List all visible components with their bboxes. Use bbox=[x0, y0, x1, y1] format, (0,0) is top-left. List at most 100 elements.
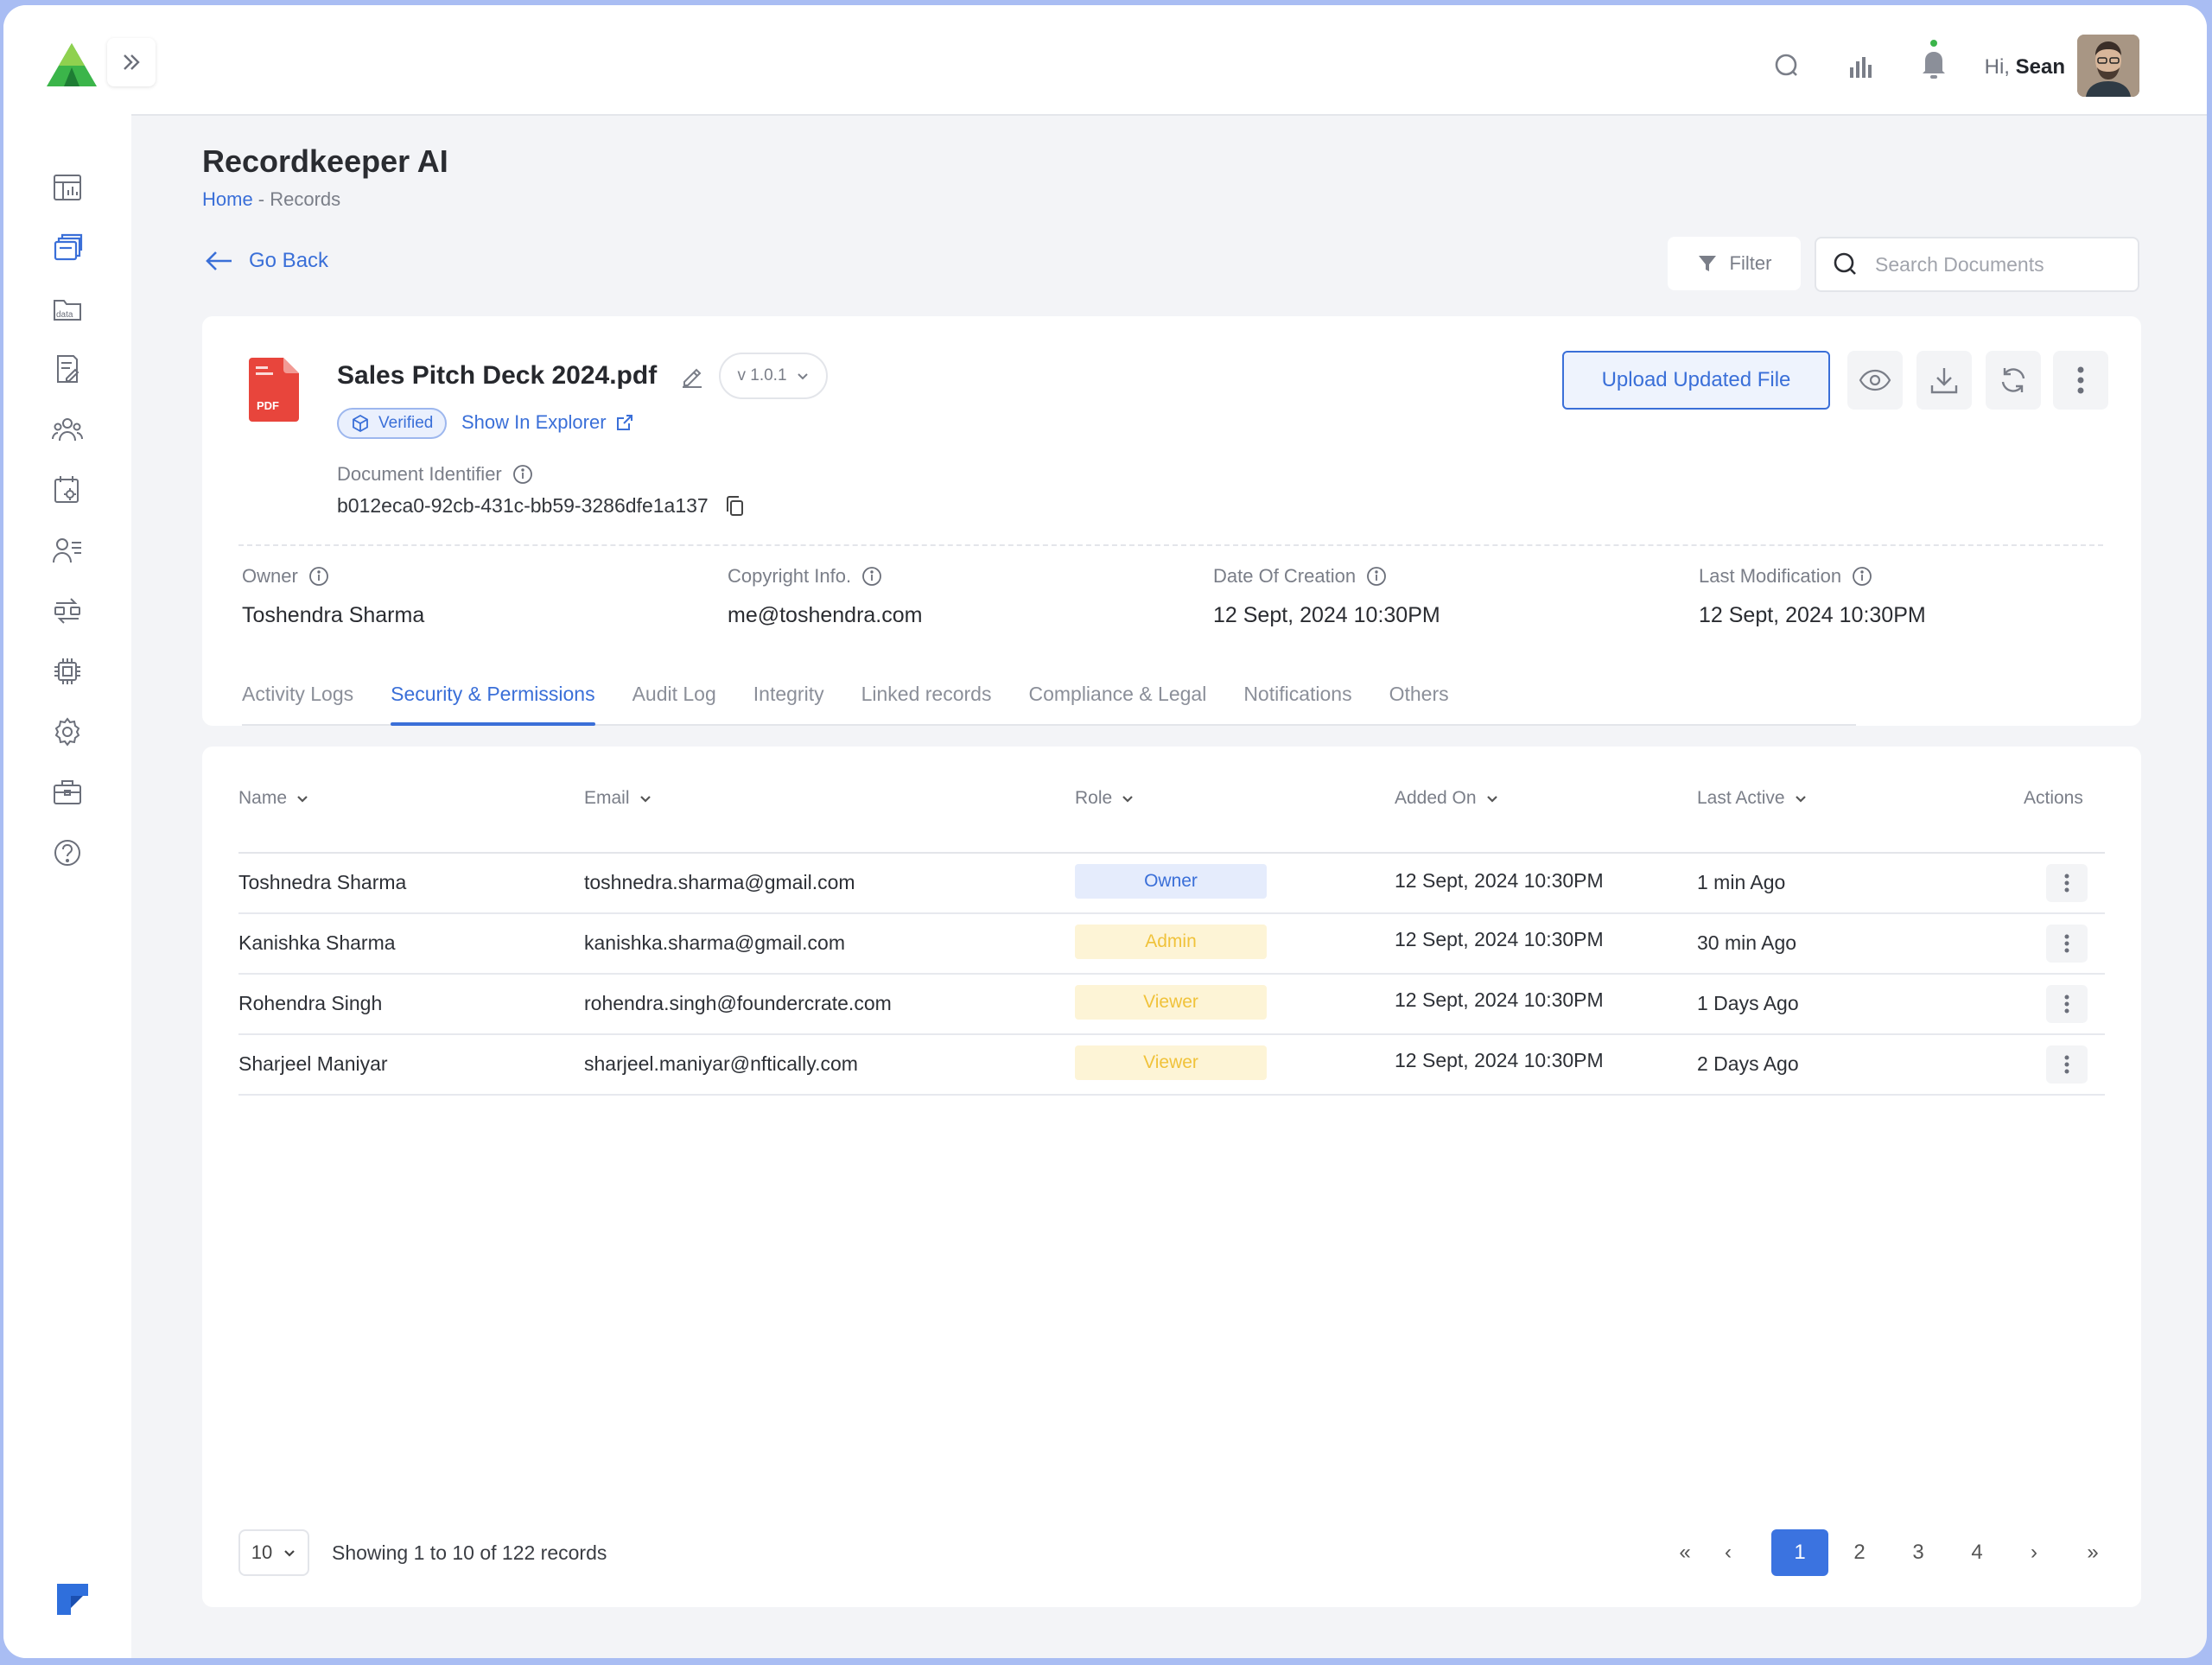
row-actions-button[interactable] bbox=[2046, 985, 2088, 1023]
table-row: Rohendra Singh rohendra.singh@foundercra… bbox=[238, 975, 2105, 1035]
chevron-down-icon bbox=[639, 796, 651, 803]
sidebar-item-users[interactable] bbox=[3, 399, 131, 460]
tab-notifications[interactable]: Notifications bbox=[1243, 679, 1351, 724]
dashboard-icon bbox=[54, 175, 81, 200]
sidebar-item-schedule-settings[interactable] bbox=[3, 460, 131, 520]
column-header-role[interactable]: Role bbox=[1075, 788, 1135, 809]
pagination-page-3[interactable]: 3 bbox=[1894, 1529, 1942, 1576]
version-select[interactable]: v 1.0.1 bbox=[719, 353, 828, 399]
sidebar-item-records[interactable] bbox=[3, 218, 131, 278]
pagination-prev[interactable]: ‹ bbox=[1704, 1529, 1752, 1576]
pagination-next[interactable]: › bbox=[2010, 1529, 2058, 1576]
meta-owner: Owner Toshendra Sharma bbox=[242, 565, 424, 628]
bell-icon[interactable] bbox=[1918, 38, 1949, 81]
tab-security-permissions[interactable]: Security & Permissions bbox=[391, 679, 596, 726]
download-button[interactable] bbox=[1916, 351, 1972, 410]
pagination-last[interactable]: » bbox=[2069, 1529, 2117, 1576]
search-icon[interactable] bbox=[1771, 50, 1802, 81]
pagination-first[interactable]: « bbox=[1661, 1529, 1709, 1576]
info-icon[interactable] bbox=[308, 566, 329, 587]
double-chevron-right-icon bbox=[124, 54, 140, 70]
table-row: Kanishka Sharma kanishka.sharma@gmail.co… bbox=[238, 914, 2105, 975]
column-header-last-active[interactable]: Last Active bbox=[1697, 788, 1808, 809]
chip-icon bbox=[54, 658, 80, 684]
breadcrumb-current: Records bbox=[270, 188, 341, 210]
sidebar-item-user-list[interactable] bbox=[3, 520, 131, 581]
tab-activity-logs[interactable]: Activity Logs bbox=[242, 679, 353, 724]
column-header-email[interactable]: Email bbox=[584, 788, 652, 809]
calendar-gear-icon bbox=[54, 476, 79, 503]
verified-label: Verified bbox=[378, 414, 434, 432]
column-actions-label: Actions bbox=[2024, 788, 2083, 808]
role-badge: Owner bbox=[1075, 864, 1267, 899]
avatar[interactable] bbox=[2077, 35, 2139, 97]
column-header-added-on[interactable]: Added On bbox=[1395, 788, 1499, 809]
info-icon[interactable] bbox=[1852, 566, 1872, 587]
chevron-down-icon bbox=[284, 1550, 296, 1557]
row-actions-button[interactable] bbox=[2046, 1045, 2088, 1084]
search-input[interactable] bbox=[1875, 252, 2126, 276]
records-summary: Showing 1 to 10 of 122 records bbox=[332, 1541, 607, 1564]
briefcase-icon bbox=[54, 780, 81, 804]
divider bbox=[238, 544, 2103, 546]
upload-updated-file-button[interactable]: Upload Updated File bbox=[1562, 351, 1830, 410]
pagination-page-4[interactable]: 4 bbox=[1953, 1529, 2001, 1576]
sidebar-item-data[interactable]: data bbox=[3, 278, 131, 339]
sidebar-item-dashboard[interactable] bbox=[3, 157, 131, 218]
search-documents[interactable] bbox=[1815, 237, 2139, 292]
row-added-on: 12 Sept, 2024 10:30PM bbox=[1395, 988, 1604, 1011]
more-vertical-icon bbox=[2077, 366, 2084, 394]
sidebar-item-settings[interactable] bbox=[3, 702, 131, 762]
go-back-link[interactable]: Go Back bbox=[204, 249, 328, 273]
sidebar-item-documents[interactable] bbox=[3, 339, 131, 399]
brand-mark-icon[interactable] bbox=[54, 1580, 92, 1618]
cube-icon bbox=[353, 414, 368, 433]
meta-modification-label: Last Modification bbox=[1699, 565, 1842, 587]
copy-icon[interactable] bbox=[724, 495, 745, 518]
meta-last-modification: Last Modification 12 Sept, 2024 10:30PM bbox=[1699, 565, 1926, 628]
sidebar-item-transfers[interactable] bbox=[3, 581, 131, 641]
pagination-page-1[interactable]: 1 bbox=[1771, 1529, 1828, 1576]
row-email: kanishka.sharma@gmail.com bbox=[584, 931, 846, 954]
transfer-icon bbox=[54, 598, 80, 624]
row-name: Rohendra Singh bbox=[238, 992, 383, 1014]
tab-audit-log[interactable]: Audit Log bbox=[632, 679, 716, 724]
expand-sidebar-button[interactable] bbox=[107, 38, 156, 86]
pencil-icon[interactable] bbox=[679, 363, 705, 389]
breadcrumb-home[interactable]: Home bbox=[202, 188, 253, 210]
row-name: Toshnedra Sharma bbox=[238, 871, 407, 893]
avatar-portrait-icon bbox=[2077, 35, 2139, 97]
show-in-explorer-link[interactable]: Show In Explorer bbox=[461, 411, 634, 434]
help-icon bbox=[54, 840, 80, 866]
analytics-icon[interactable] bbox=[1846, 50, 1877, 81]
row-actions-button[interactable] bbox=[2046, 864, 2088, 902]
refresh-button[interactable] bbox=[1986, 351, 2041, 410]
rows-per-page-select[interactable]: 10 bbox=[238, 1529, 309, 1576]
meta-owner-label: Owner bbox=[242, 565, 298, 587]
meta-creation-value: 12 Sept, 2024 10:30PM bbox=[1213, 603, 1440, 627]
filter-button[interactable]: Filter bbox=[1668, 237, 1801, 290]
app-logo[interactable] bbox=[45, 41, 99, 88]
search-icon bbox=[1834, 252, 1856, 275]
info-icon[interactable] bbox=[512, 464, 533, 485]
tab-linked-records[interactable]: Linked records bbox=[861, 679, 992, 724]
eye-icon bbox=[1859, 369, 1891, 391]
info-icon[interactable] bbox=[1366, 566, 1387, 587]
pagination-page-2[interactable]: 2 bbox=[1835, 1529, 1884, 1576]
column-role-label: Role bbox=[1075, 788, 1113, 808]
sidebar-item-processor[interactable] bbox=[3, 641, 131, 702]
tab-compliance-legal[interactable]: Compliance & Legal bbox=[1028, 679, 1206, 724]
tab-others[interactable]: Others bbox=[1389, 679, 1449, 724]
more-options-button[interactable] bbox=[2053, 351, 2108, 410]
sidebar-item-briefcase[interactable] bbox=[3, 762, 131, 823]
info-icon[interactable] bbox=[861, 566, 882, 587]
row-last-active: 1 Days Ago bbox=[1697, 992, 1799, 1014]
pdf-file-icon: PDF bbox=[249, 358, 299, 422]
tab-integrity[interactable]: Integrity bbox=[753, 679, 824, 724]
table-row: Sharjeel Maniyar sharjeel.maniyar@nftica… bbox=[238, 1035, 2105, 1096]
column-header-name[interactable]: Name bbox=[238, 788, 309, 809]
sidebar-item-help[interactable] bbox=[3, 823, 131, 883]
row-actions-button[interactable] bbox=[2046, 925, 2088, 963]
preview-button[interactable] bbox=[1847, 351, 1903, 410]
download-icon bbox=[1930, 368, 1958, 394]
